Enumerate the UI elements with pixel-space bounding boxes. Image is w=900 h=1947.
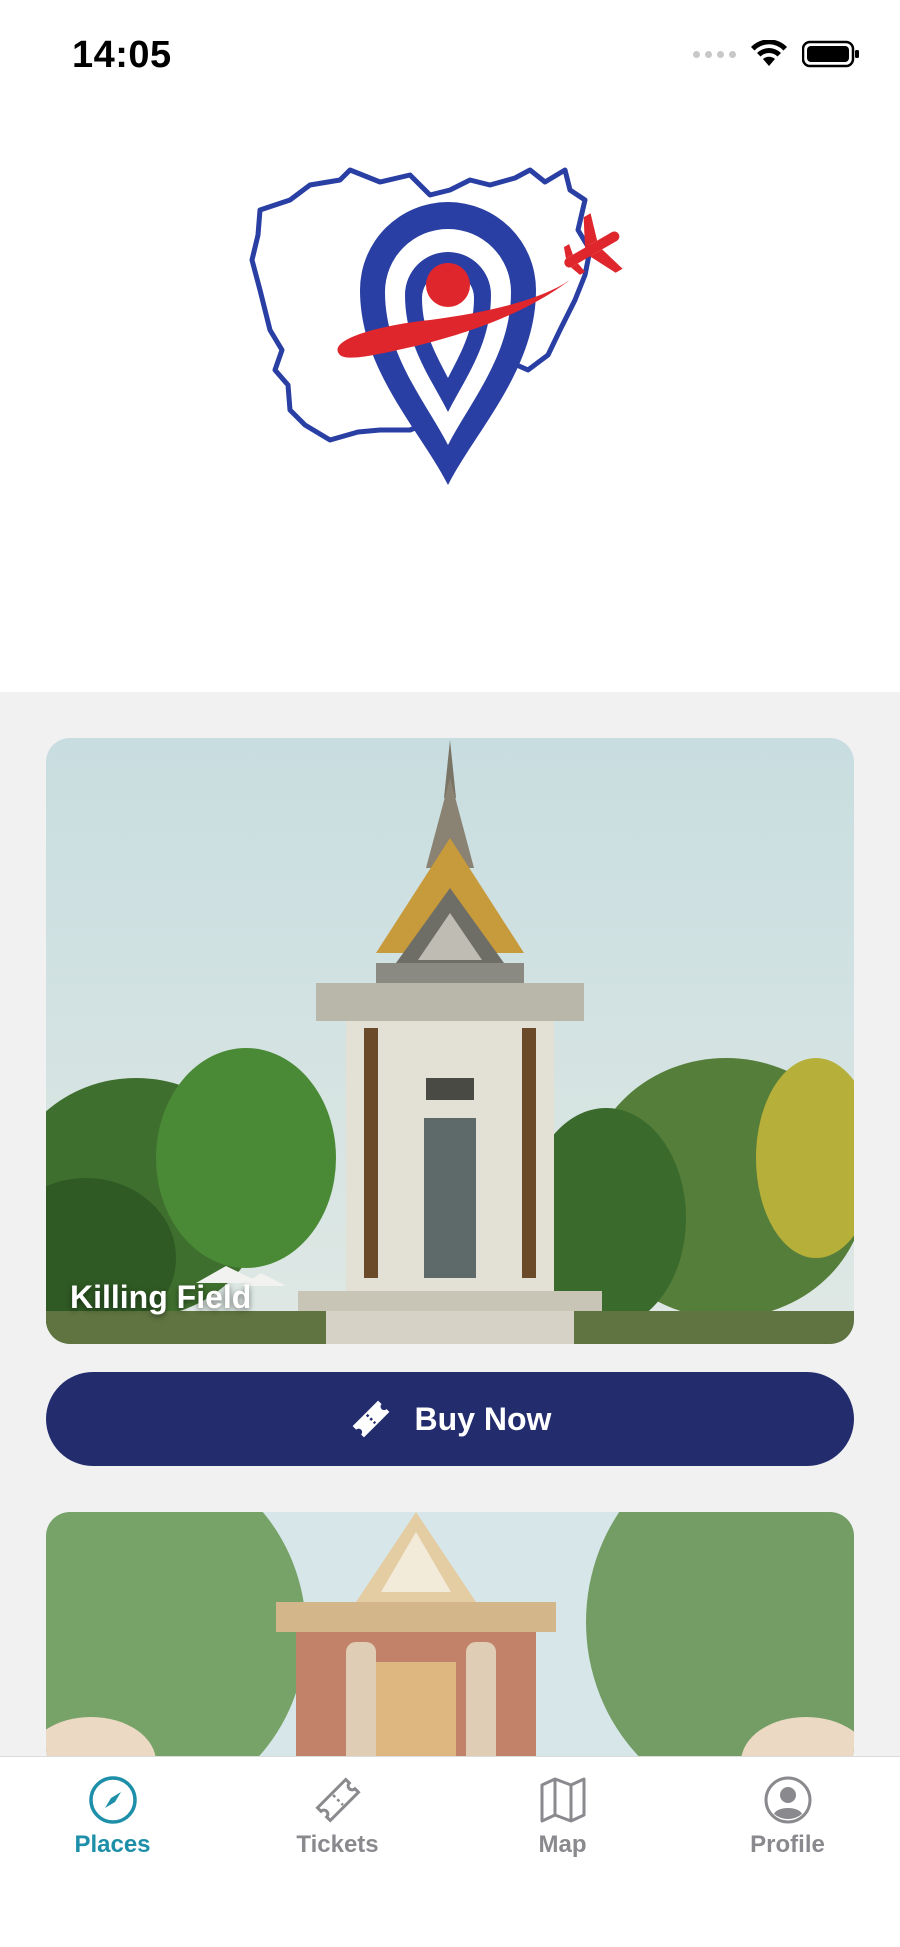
tab-bar: Places Tickets Map Profile <box>0 1756 900 1947</box>
header <box>0 110 900 692</box>
tab-label: Map <box>538 1831 587 1858</box>
place-photo <box>46 1512 854 1756</box>
places-feed[interactable]: Killing Field Buy Now <box>0 692 900 1756</box>
signal-icon <box>693 50 736 58</box>
place-card[interactable]: Killing Field <box>46 738 854 1344</box>
tab-places[interactable]: Places <box>0 1775 225 1885</box>
app-logo <box>249 167 623 485</box>
compass-icon <box>88 1776 137 1824</box>
status-time: 14:05 <box>72 34 172 76</box>
status-icons <box>693 40 860 68</box>
tab-map[interactable]: Map <box>450 1775 675 1885</box>
person-icon <box>764 1776 811 1824</box>
tab-label: Profile <box>750 1831 825 1858</box>
tab-label: Tickets <box>296 1831 379 1858</box>
place-photo <box>46 738 854 1344</box>
buy-now-button[interactable]: Buy Now <box>46 1372 854 1466</box>
battery-icon <box>802 40 859 68</box>
wifi-icon <box>751 40 787 66</box>
map-icon <box>540 1777 585 1823</box>
ticket-icon <box>314 1777 361 1823</box>
tab-profile[interactable]: Profile <box>675 1775 900 1885</box>
tab-label: Places <box>74 1831 151 1858</box>
status-bar: 14:05 <box>0 0 900 110</box>
place-title: Killing Field <box>70 1279 252 1315</box>
ticket-icon <box>352 1400 389 1438</box>
tab-tickets[interactable]: Tickets <box>225 1775 450 1885</box>
buy-now-label: Buy Now <box>414 1400 552 1437</box>
place-card[interactable] <box>46 1512 854 1756</box>
